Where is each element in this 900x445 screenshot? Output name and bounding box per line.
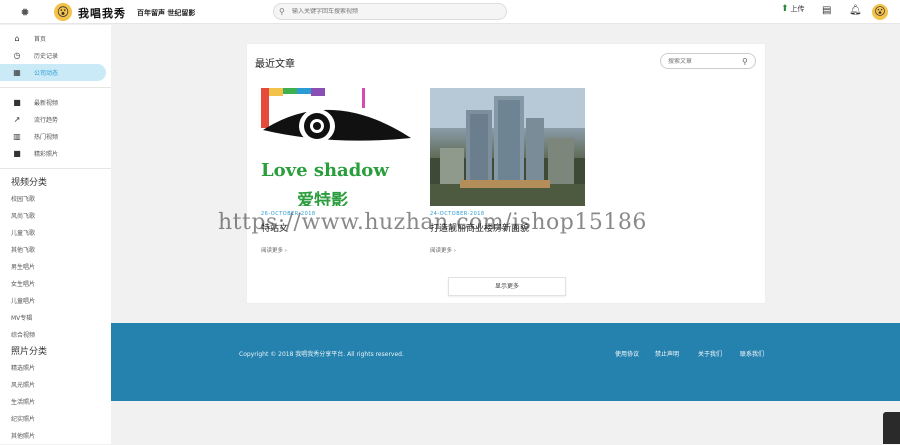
video-icon: ■	[13, 98, 21, 107]
recent-articles-card: 最近文章 ⚲ Love shadow 爱特影 26-OCTOBER-2018	[246, 43, 766, 304]
top-search-input[interactable]	[292, 8, 492, 15]
bulb-icon[interactable]: ✹	[17, 5, 33, 19]
article-title[interactable]: 特站文	[261, 221, 416, 234]
sidebar-item-history[interactable]: ◷ 历史记录	[0, 47, 111, 64]
footer-link-disclaimer[interactable]: 禁止声明	[655, 349, 679, 358]
video-category-item[interactable]: 儿童唱片	[0, 293, 111, 310]
history-icon: ◷	[13, 51, 21, 60]
copyright-text: Copyright © 2018 我唱我秀分享平台. All rights re…	[239, 351, 404, 358]
home-icon: ⌂	[14, 34, 20, 43]
sidebar-item-label: 首页	[34, 36, 47, 43]
sidebar-item-trending[interactable]: ↗ 流行趋势	[0, 111, 111, 128]
sidebar-item-company-news[interactable]: ▦ 公司动态	[0, 64, 106, 81]
news-icon: ▦	[13, 68, 21, 77]
video-category-item[interactable]: 其他飞歌	[0, 242, 111, 259]
video-category-item[interactable]: 男生唱片	[0, 259, 111, 276]
bell-icon[interactable]: 🔔︎	[849, 5, 862, 16]
sidebar-item-hot-video[interactable]: ▥ 热门视频	[0, 128, 111, 145]
building-photo-image	[430, 88, 585, 206]
video-category-item[interactable]: 女生唱片	[0, 276, 111, 293]
article-thumbnail[interactable]	[430, 88, 585, 206]
sidebar-item-label: 流行趋势	[34, 117, 59, 124]
top-search-box[interactable]: ⚲	[273, 3, 507, 20]
slogan: 百年留声 世纪留影	[137, 9, 196, 17]
logo-emoji-icon[interactable]: 😮	[54, 3, 72, 21]
photo-category-item[interactable]: 精选照片	[0, 360, 111, 377]
video-category-item[interactable]: MV专辑	[0, 310, 111, 327]
read-more-link[interactable]: 阅读更多 ›	[261, 246, 416, 254]
video-category-item[interactable]: 风尚飞歌	[0, 208, 111, 225]
divider	[0, 168, 111, 169]
photo-category-item[interactable]: 其他照片	[0, 428, 111, 445]
photo-category-item[interactable]: 风光照片	[0, 377, 111, 394]
video-category-title: 视频分类	[11, 178, 48, 188]
footer: Copyright © 2018 我唱我秀分享平台. All rights re…	[111, 323, 900, 401]
sidebar-item-photos[interactable]: ■ 精彩照片	[0, 145, 111, 162]
footer-link-terms[interactable]: 使用协议	[615, 349, 639, 358]
photo-category-item[interactable]: 生活照片	[0, 394, 111, 411]
sidebar-item-label: 热门视频	[34, 134, 59, 141]
sidebar: ⌂ 首页 ◷ 历史记录 ▦ 公司动态 ■ 最新视频 ↗ 流行趋势 ▥ 热门视频 …	[0, 25, 111, 444]
video-category-item[interactable]: 综合视频	[0, 327, 111, 344]
video-category-item[interactable]: 校园飞歌	[0, 191, 111, 208]
search-icon[interactable]: ⚲	[742, 57, 748, 66]
sidebar-item-label: 公司动态	[34, 70, 59, 77]
trend-icon: ↗	[13, 115, 21, 124]
sidebar-item-label: 最新视频	[34, 100, 59, 107]
thumbnail-subtext: 爱特影	[297, 191, 348, 206]
message-icon[interactable]: ▤	[822, 5, 831, 16]
sidebar-item-home[interactable]: ⌂ 首页	[0, 30, 111, 47]
top-bar: ✹ 😮 我唱我秀 百年留声 世纪留影 ⚲ ⬆ 上传 ▤ 🔔︎ 😮	[0, 0, 900, 24]
avatar-icon[interactable]: 😮	[872, 4, 888, 20]
article-search-box[interactable]: ⚲	[660, 53, 756, 69]
article-date: 26-OCTOBER-2018	[261, 211, 316, 217]
article-card[interactable]: 24-OCTOBER-2018 打造靓丽商业楼房新面貌 阅读更多 ›	[430, 88, 585, 254]
upload-icon: ⬆	[781, 4, 789, 14]
back-to-top-button[interactable]	[883, 412, 900, 444]
photo-icon: ■	[13, 149, 21, 158]
thumbnail-text: Love shadow	[261, 160, 389, 181]
article-card[interactable]: Love shadow 爱特影 26-OCTOBER-2018 特站文 阅读更多…	[261, 88, 416, 254]
photo-category-title: 照片分类	[11, 347, 48, 357]
article-search-input[interactable]	[668, 57, 738, 65]
brand-name[interactable]: 我唱我秀	[78, 5, 126, 21]
article-date: 24-OCTOBER-2018	[430, 211, 485, 217]
page-title: 最近文章	[255, 59, 295, 70]
footer-link-about[interactable]: 关于我们	[698, 349, 722, 358]
sidebar-item-label: 精彩照片	[34, 151, 59, 158]
upload-button[interactable]: ⬆ 上传	[781, 4, 805, 14]
footer-link-contact[interactable]: 联系我们	[740, 349, 764, 358]
article-title[interactable]: 打造靓丽商业楼房新面貌	[430, 221, 585, 234]
chart-icon: ▥	[13, 132, 21, 141]
read-more-link[interactable]: 阅读更多 ›	[430, 246, 585, 254]
search-icon: ⚲	[279, 7, 285, 16]
upload-label: 上传	[790, 5, 805, 13]
photo-category-item[interactable]: 纪实照片	[0, 411, 111, 428]
divider	[0, 87, 111, 88]
sidebar-item-label: 历史记录	[34, 53, 59, 60]
video-category-item[interactable]: 儿童飞歌	[0, 225, 111, 242]
sidebar-item-latest-video[interactable]: ■ 最新视频	[0, 94, 111, 111]
article-thumbnail[interactable]: Love shadow 爱特影	[261, 88, 416, 206]
load-more-button[interactable]: 显示更多	[448, 277, 566, 296]
